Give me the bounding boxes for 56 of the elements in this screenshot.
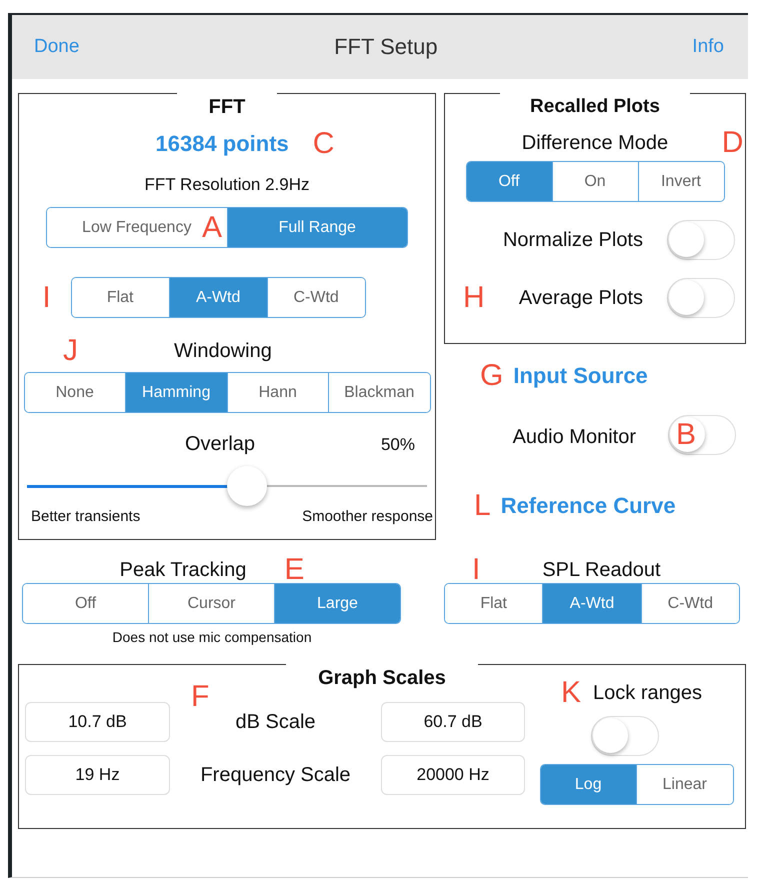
section-heading[interactable]: Reference Curve bbox=[500, 493, 676, 519]
note-text: Does not use mic compensation bbox=[112, 629, 312, 645]
section-heading: Input Source bbox=[513, 363, 648, 389]
axis-option[interactable]: Linear bbox=[636, 765, 732, 804]
annotation-letter: G bbox=[480, 361, 504, 391]
lock-ranges-label: Lock ranges bbox=[593, 682, 702, 704]
peak-tracking-label: Peak Tracking bbox=[120, 558, 246, 582]
max-field[interactable]: 20000 Hz bbox=[381, 755, 525, 795]
overlap-slider[interactable] bbox=[27, 466, 427, 506]
toggle-switch[interactable] bbox=[667, 220, 735, 260]
scale-label: dB Scale bbox=[234, 710, 317, 734]
panel-title: Graph Scales bbox=[286, 663, 478, 690]
axis-option[interactable]: Log bbox=[540, 765, 636, 804]
windowing-label: Windowing bbox=[174, 340, 272, 362]
spl-option[interactable]: A-Wtd bbox=[542, 584, 641, 623]
difference-mode-option[interactable]: Off bbox=[466, 162, 552, 201]
resolution-label: FFT Resolution 2.9Hz bbox=[144, 175, 310, 195]
toggle-switch[interactable] bbox=[590, 716, 658, 756]
toggle-label: Normalize Plots bbox=[502, 228, 643, 252]
annotation-letter: I bbox=[42, 282, 51, 312]
annotation-letter: B bbox=[676, 420, 696, 450]
min-field[interactable]: 19 Hz bbox=[25, 755, 170, 795]
audio-monitor-label: Audio Monitor bbox=[512, 426, 636, 448]
max-field[interactable]: 60.7 dB bbox=[381, 702, 525, 742]
max-label: Smoother response bbox=[302, 508, 433, 525]
annotation-letter: A bbox=[202, 213, 222, 243]
spl-option[interactable]: C-Wtd bbox=[640, 584, 739, 623]
annotation-letter: K bbox=[561, 678, 582, 708]
windowing-option[interactable]: Hamming bbox=[125, 373, 226, 412]
annotation-letter: J bbox=[63, 336, 78, 366]
min-field[interactable]: 10.7 dB bbox=[25, 702, 170, 742]
toggle-switch[interactable] bbox=[667, 278, 735, 318]
scale-label: Frequency Scale bbox=[199, 762, 352, 788]
overlap-value: 50% bbox=[380, 435, 415, 455]
difference-mode-option[interactable]: Invert bbox=[638, 162, 724, 201]
peak-tracking-option[interactable]: Large bbox=[274, 584, 400, 623]
annotation-letter: C bbox=[312, 129, 334, 159]
window-title: FFT Setup bbox=[334, 34, 438, 60]
overlap-label: Overlap bbox=[185, 433, 256, 456]
toggle-switch[interactable] bbox=[668, 415, 736, 455]
annotation-letter: D bbox=[722, 128, 744, 158]
annotation-letter: E bbox=[284, 555, 304, 585]
slider-thumb[interactable] bbox=[227, 466, 267, 506]
points-value[interactable]: 16384 points bbox=[156, 131, 289, 157]
annotation-letter: H bbox=[463, 283, 485, 313]
weighting-option[interactable]: A-Wtd bbox=[168, 278, 267, 317]
range-option[interactable]: Full Range bbox=[226, 208, 407, 247]
difference-mode-label: Difference Mode bbox=[522, 132, 668, 154]
annotation-letter: I bbox=[472, 555, 480, 585]
spl-readout-label: SPL Readout bbox=[542, 558, 661, 582]
weighting-option[interactable]: C-Wtd bbox=[266, 278, 365, 317]
toggle-label: Average Plots bbox=[518, 286, 643, 310]
min-label: Better transients bbox=[31, 508, 140, 525]
annotation-letter: F bbox=[191, 682, 210, 712]
annotation-letter: L bbox=[474, 491, 491, 521]
windowing-option[interactable]: Blackman bbox=[328, 373, 430, 412]
